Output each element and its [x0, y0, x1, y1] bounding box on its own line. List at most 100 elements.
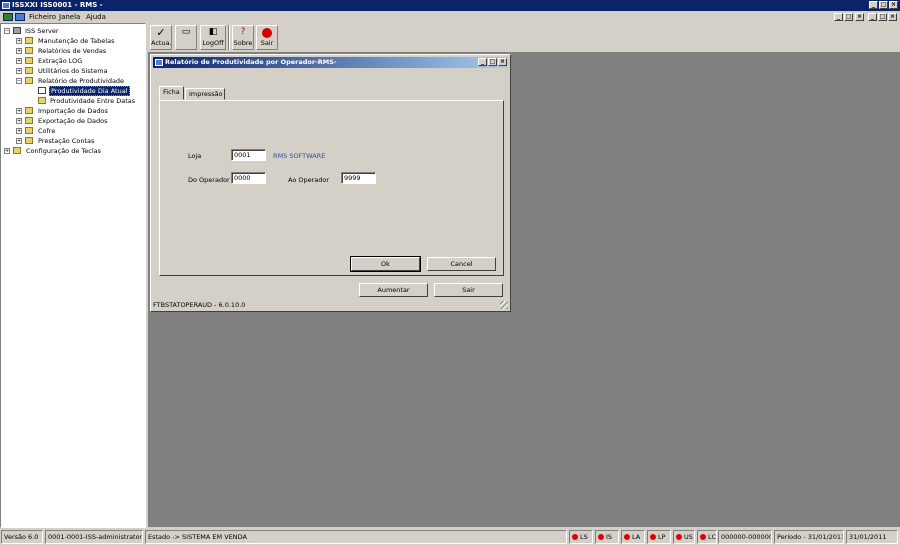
mdi-restore-button[interactable]: □	[844, 13, 853, 21]
tree-item-label: Cofre	[38, 127, 56, 135]
menu-bar: Ficheiro Janela Ajuda _ □ × _ □ ×	[0, 11, 900, 23]
tree-item-label: Relatórios de Vendas	[38, 47, 107, 55]
child-restore-button[interactable]: □	[878, 13, 887, 21]
do-operador-input[interactable]	[231, 172, 266, 184]
tab-ficha[interactable]: Ficha	[159, 86, 184, 100]
folder-icon	[25, 127, 33, 134]
resize-grip-icon[interactable]	[500, 301, 508, 309]
report-icon	[38, 87, 46, 94]
indicator-lc: LC	[697, 530, 717, 544]
loja-description: RMS SOFTWARE	[273, 152, 326, 160]
indicator-la: LA	[621, 530, 645, 544]
sair-button[interactable]: Sair	[256, 25, 278, 50]
expand-icon[interactable]: +	[16, 38, 22, 44]
minimize-button[interactable]: _	[869, 1, 878, 9]
app-logo-icon	[3, 13, 13, 21]
logoff-button-label: LogOff	[202, 39, 224, 47]
status-date: 31/01/2011	[846, 530, 898, 544]
menu-janela[interactable]: Janela	[59, 11, 80, 23]
expand-icon[interactable]: +	[16, 138, 22, 144]
expand-icon[interactable]: +	[16, 108, 22, 114]
tree-item-label: Prestação Contas	[38, 137, 95, 145]
window-logo-icon	[15, 13, 25, 21]
tree-item-label: Utilitários do Sistema	[38, 67, 108, 75]
server-icon	[13, 27, 21, 34]
ao-operador-label: Ao Operador	[288, 176, 330, 184]
dialog-close-button[interactable]: ×	[498, 58, 507, 66]
status-dot-icon	[572, 534, 578, 540]
cancel-button[interactable]: Cancel	[427, 257, 496, 271]
status-period: Período - 31/01/2011	[774, 530, 844, 544]
dialog-icon	[155, 59, 163, 66]
folder-icon	[25, 67, 33, 74]
expand-icon[interactable]: +	[4, 148, 10, 154]
tab-impressao[interactable]: Impressão	[185, 88, 225, 100]
expand-icon[interactable]: +	[16, 58, 22, 64]
status-estado: Estado -> SISTEMA EM VENDA	[145, 530, 567, 544]
loja-label: Loja	[188, 152, 202, 160]
collapse-icon[interactable]: −	[4, 28, 10, 34]
maximize-button[interactable]: □	[879, 1, 888, 9]
tree-root-label: ISS Server	[25, 27, 59, 35]
status-code: 000000-000000	[718, 530, 772, 544]
report-icon	[38, 97, 46, 104]
calculator-button[interactable]: ▭	[175, 25, 197, 50]
indicator-lp: LP	[647, 530, 671, 544]
aumentar-button[interactable]: Aumentar	[359, 283, 428, 297]
status-bar: Versão 6.0 0001-0001-ISS-administrator E…	[0, 528, 900, 546]
menu-ficheiro[interactable]: Ficheiro	[29, 11, 56, 23]
sobre-button[interactable]: ? Sobre	[232, 25, 254, 50]
actua-button[interactable]: ✓ Actua.	[150, 25, 172, 50]
dialog-maximize-button[interactable]: □	[488, 58, 497, 66]
mdi-minimize-button[interactable]: _	[834, 13, 843, 21]
child-minimize-button[interactable]: _	[868, 13, 877, 21]
status-dot-icon	[598, 534, 604, 540]
status-dot-icon	[650, 534, 656, 540]
checkmark-icon: ✓	[156, 26, 166, 39]
folder-icon	[25, 137, 33, 144]
ao-operador-input[interactable]	[341, 172, 376, 184]
menu-ajuda[interactable]: Ajuda	[86, 11, 106, 23]
logoff-button[interactable]: ◧ LogOff	[200, 25, 226, 50]
status-dot-icon	[676, 534, 682, 540]
app-title-bar: ISSXXI ISS0001 - RMS - _ □ ×	[0, 0, 900, 11]
logoff-icon: ◧	[208, 27, 218, 37]
folder-icon	[25, 57, 33, 64]
loja-input[interactable]	[231, 149, 266, 161]
do-operador-label: Do Operador	[188, 176, 230, 184]
folder-icon	[25, 37, 33, 44]
app-icon	[2, 2, 10, 9]
expand-icon[interactable]: +	[16, 118, 22, 124]
dialog-minimize-button[interactable]: _	[478, 58, 487, 66]
folder-icon	[25, 47, 33, 54]
about-icon: ?	[240, 27, 246, 37]
expand-icon[interactable]: +	[16, 68, 22, 74]
folder-icon	[25, 117, 33, 124]
productivity-report-dialog: Relatório de Produtividade por Operador-…	[150, 54, 511, 312]
dialog-sair-button[interactable]: Sair	[434, 283, 503, 297]
expand-icon[interactable]: +	[16, 128, 22, 134]
ok-button[interactable]: Ok	[350, 256, 421, 272]
tree-item-label: Importação de Dados	[38, 107, 108, 115]
status-version: Versão 6.0	[1, 530, 43, 544]
collapse-icon[interactable]: −	[16, 78, 22, 84]
stop-icon	[257, 26, 277, 39]
calculator-icon: ▭	[181, 27, 191, 37]
dialog-title-bar: Relatório de Produtividade por Operador-…	[153, 57, 508, 68]
tree-item-label: Manutenção de Tabelas	[38, 37, 115, 45]
expand-icon[interactable]: +	[16, 48, 22, 54]
sair-button-label: Sair	[260, 39, 274, 47]
mdi-close-button[interactable]: ×	[855, 13, 864, 21]
tree-item-label: Exportação de Dados	[38, 117, 108, 125]
indicator-is: IS	[595, 530, 619, 544]
folder-open-icon	[25, 77, 33, 84]
app-title: ISSXXI ISS0001 - RMS -	[12, 1, 103, 9]
toolbar: ✓ Actua. ▭ ◧ LogOff ? Sobre Sair	[148, 23, 900, 51]
navigation-tree: − ISS Server + Manutenção de Tabelas + R…	[0, 23, 146, 528]
close-button[interactable]: ×	[889, 1, 898, 9]
child-close-button[interactable]: ×	[888, 13, 897, 21]
tree-item-label: Relatório de Produtividade	[38, 77, 125, 85]
folder-icon	[13, 147, 21, 154]
tree-item-label: Produtividade Dia Atual	[49, 86, 130, 96]
folder-icon	[25, 107, 33, 114]
